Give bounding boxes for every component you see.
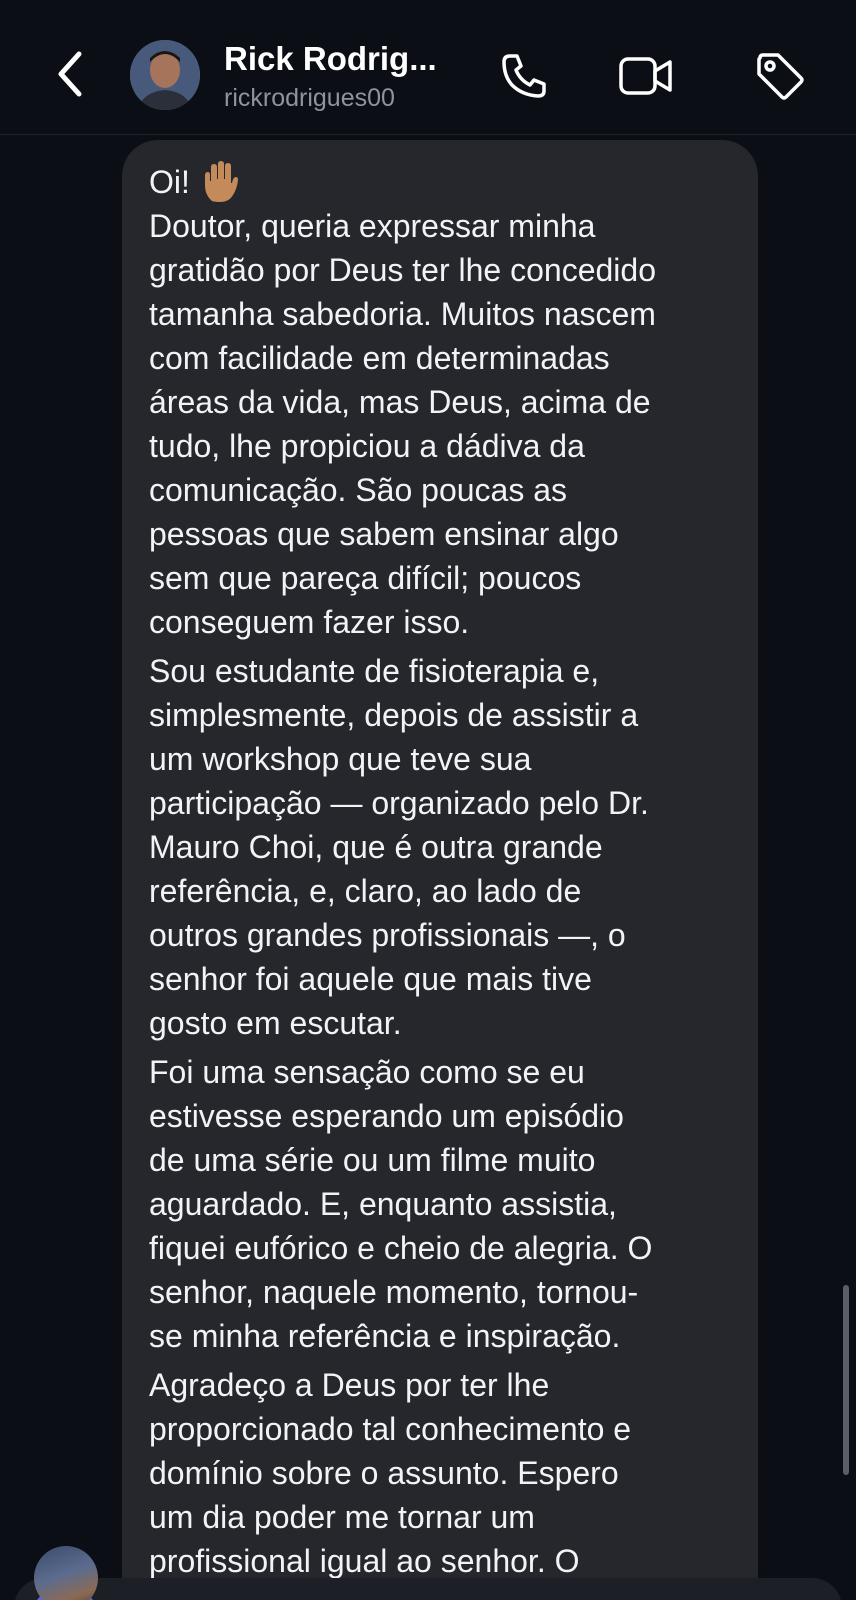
- avatar-photo: [130, 40, 200, 110]
- tag-icon: [757, 53, 804, 100]
- back-button[interactable]: [44, 44, 96, 104]
- raised-hand-emoji-icon: [204, 161, 238, 202]
- contact-handle[interactable]: rickrodrigues00: [224, 84, 395, 113]
- contact-name[interactable]: Rick Rodrig...: [224, 40, 437, 78]
- message-paragraph: Sou estudante de fisioterapia e, simples…: [149, 653, 649, 1041]
- video-call-button[interactable]: [618, 48, 674, 104]
- contact-avatar[interactable]: [130, 40, 200, 110]
- message-composer[interactable]: [14, 1578, 842, 1600]
- chat-header: Rick Rodrig... rickrodrigues00: [0, 0, 856, 135]
- dm-conversation-screen: Rick Rodrig... rickrodrigues00 Oi! Douto…: [0, 0, 856, 1600]
- chevron-left-icon: [58, 51, 82, 97]
- video-icon: [619, 57, 672, 95]
- message-paragraph: Doutor, queria expressar minha gratidão …: [149, 208, 656, 640]
- message-bubble[interactable]: Oi! Doutor, queria expressar minha grati…: [122, 140, 758, 1600]
- message-paragraph: Foi uma sensação como se eu estivesse es…: [149, 1054, 653, 1354]
- sender-avatar: [34, 1546, 98, 1600]
- phone-icon: [502, 54, 546, 98]
- greeting-text: Oi!: [149, 164, 190, 200]
- greeting-line: Oi!: [149, 160, 732, 204]
- message-paragraph: Agradeço a Deus por ter lhe proporcionad…: [149, 1367, 632, 1579]
- scrollbar-thumb[interactable]: [843, 1285, 849, 1475]
- label-button[interactable]: [752, 48, 808, 104]
- audio-call-button[interactable]: [496, 48, 552, 104]
